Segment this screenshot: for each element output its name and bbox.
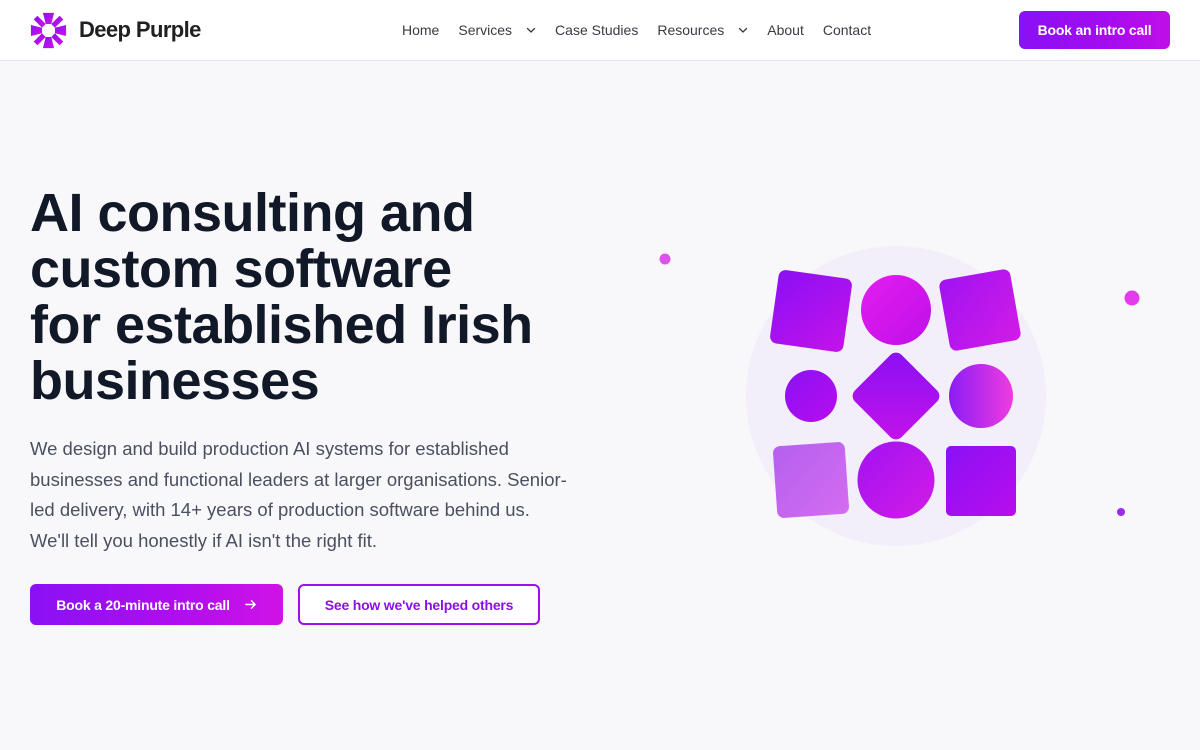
hero-description-line: We design and build production AI system… (30, 438, 509, 459)
rounded-square-shape (770, 270, 852, 352)
hero-description-line: businesses and functional leaders at lar… (30, 468, 567, 490)
nav-item-case-studies[interactable]: Case Studies (555, 22, 638, 38)
site-header: Deep Purple Home Services Case Studies R… (0, 0, 1200, 61)
nav-item-contact[interactable]: Contact (823, 22, 871, 38)
decor-dot (659, 253, 671, 265)
nav-item-label: Resources (657, 22, 725, 38)
hero-title-line: businesses (30, 351, 320, 411)
nav-item-about[interactable]: About (767, 22, 804, 38)
nav-item-label: Contact (822, 22, 872, 38)
nav-item-label: Home (402, 22, 440, 38)
chevron-down-icon (739, 27, 748, 33)
nav-item-services[interactable]: Services (458, 22, 536, 38)
hero-title-line: custom software (30, 239, 452, 299)
arrow-right-icon (244, 600, 256, 609)
hero-title: AI consulting and custom software for es… (30, 185, 630, 409)
brand-name: Deep Purple (79, 17, 201, 42)
main-navigation: Home Services Case Studies Resources Abo… (402, 20, 871, 40)
rounded-square-shape (939, 269, 1021, 351)
button-label: Book a 20-minute intro call (56, 596, 230, 613)
decor-dot (1124, 290, 1140, 306)
book-intro-call-button[interactable]: Book an intro call (1019, 11, 1170, 49)
decor-dot (1117, 508, 1125, 516)
nav-item-resources[interactable]: Resources (657, 22, 748, 38)
rounded-square-shape (946, 446, 1016, 516)
hero-illustration (640, 220, 1180, 580)
nav-item-label: Services (458, 22, 513, 38)
see-case-studies-button[interactable]: See how we've helped others (298, 584, 540, 625)
hero-title-line: AI consulting and (30, 183, 475, 243)
nav-item-label: Case Studies (555, 22, 639, 38)
book-20-minute-call-button[interactable]: Book a 20-minute intro call (30, 584, 283, 625)
hero-description-line: We'll tell you honestly if AI isn't the … (30, 529, 378, 551)
chevron-down-icon (526, 27, 536, 33)
brand-asterisk-icon (30, 12, 67, 48)
circle-shape (861, 275, 931, 345)
shapes-illustration (659, 246, 1140, 546)
nav-item-home[interactable]: Home (402, 22, 439, 38)
nav-item-label: About (767, 22, 804, 38)
hero-title-line: for established Irish (30, 295, 533, 355)
circle-shape (857, 441, 935, 519)
brand-logo-link[interactable]: Deep Purple (30, 11, 201, 49)
hero-description: We design and build production AI system… (30, 434, 590, 556)
circle-shape (949, 364, 1013, 428)
hero-description-line: led delivery, with 14+ years of producti… (30, 499, 530, 520)
rounded-square-shape (773, 442, 849, 518)
circle-shape (785, 370, 837, 422)
